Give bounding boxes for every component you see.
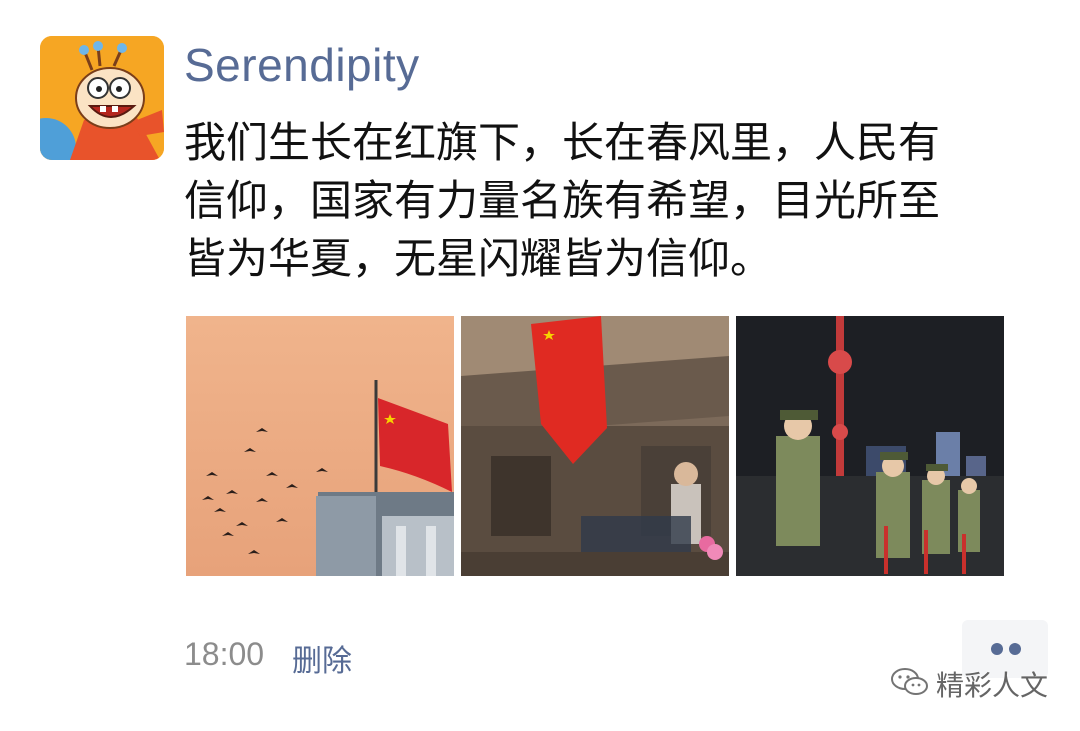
honor-guard-night-photo[interactable] [736,316,1004,576]
delete-button[interactable]: 删除 [292,636,352,680]
username-link[interactable]: Serendipity [184,38,420,92]
wechat-logo-icon [890,666,930,702]
post-text: 我们生长在红旗下，长在春风里，人民有 信仰，国家有力量名族有希望，目光所至 皆为… [184,118,941,283]
watermark: 精彩人文 [890,664,1048,704]
dot-icon [1009,643,1021,655]
flag-old-street-photo[interactable] [461,316,729,576]
watermark-text: 精彩人文 [936,669,1049,702]
dot-icon [991,643,1003,655]
user-avatar[interactable] [40,36,164,160]
moments-post: Serendipity 我们生长在红旗下，长在春风里，人民有 信仰，国家有力量名… [0,0,1080,731]
post-time: 18:00 [184,636,265,672]
flag-birds-sunset-photo[interactable] [186,316,454,576]
